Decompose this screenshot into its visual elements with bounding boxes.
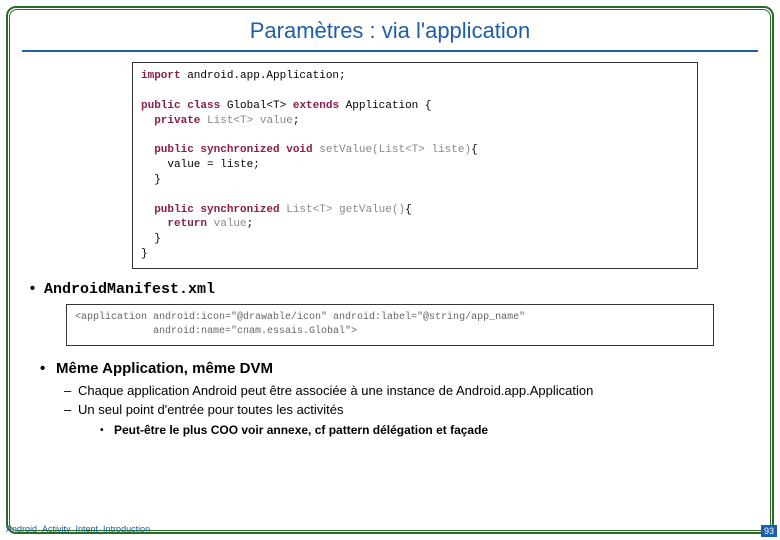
code-blank: [141, 129, 148, 141]
code-block-java: import android.app.Application; public c…: [132, 62, 698, 269]
code-block-xml: <application android:icon="@drawable/ico…: [66, 304, 714, 346]
bullet-list-2: Même Application, même DVM Chaque applic…: [22, 360, 758, 437]
bullet-list: AndroidManifest.xml: [22, 281, 758, 298]
code-dim: List<T> getValue(): [286, 204, 405, 216]
bullet-manifest: AndroidManifest.xml: [44, 281, 758, 298]
code-text: }: [141, 174, 161, 186]
page-number: 93: [761, 525, 777, 537]
code-text: Application {: [339, 100, 431, 112]
code-dim: List<T> value: [207, 115, 293, 127]
code-blank: [141, 189, 148, 201]
code-text: android:name="cnam.essais.Global">: [75, 326, 357, 337]
code-text: }: [141, 233, 161, 245]
sub-bullet: Chaque application Android peut être ass…: [78, 383, 698, 400]
code-dim: setValue(List<T> liste): [319, 144, 471, 156]
code-blank: [141, 85, 148, 97]
code-keyword: public class: [141, 100, 220, 112]
code-keyword: extends: [293, 100, 339, 112]
code-keyword: public synchronized: [141, 204, 280, 216]
sub-bullet: Un seul point d'entrée pour toutes les a…: [78, 402, 698, 419]
code-dim: value: [214, 218, 247, 230]
code-text: ;: [247, 218, 254, 230]
bullet-same-app: Même Application, même DVM: [56, 360, 758, 377]
slide-content: Paramètres : via l'application import an…: [12, 12, 768, 528]
code-keyword: import: [141, 70, 181, 82]
code-text: }: [141, 248, 148, 260]
code-keyword: private: [141, 115, 200, 127]
code-text: [207, 218, 214, 230]
code-text: Global<T>: [220, 100, 293, 112]
slide-title: Paramètres : via l'application: [22, 18, 758, 52]
code-text: value = liste;: [141, 159, 260, 171]
sub-sub-bullet: Peut-être le plus COO voir annexe, cf pa…: [114, 423, 758, 437]
code-keyword: return: [141, 218, 207, 230]
code-text: {: [471, 144, 478, 156]
code-text: {: [405, 204, 412, 216]
code-text: <application android:icon="@drawable/ico…: [75, 312, 525, 323]
code-text: android.app.Application;: [181, 70, 346, 82]
code-keyword: public synchronized void: [141, 144, 313, 156]
code-text: ;: [293, 115, 300, 127]
footer-text: Android_Activity_Intent_Introduction: [6, 524, 150, 534]
